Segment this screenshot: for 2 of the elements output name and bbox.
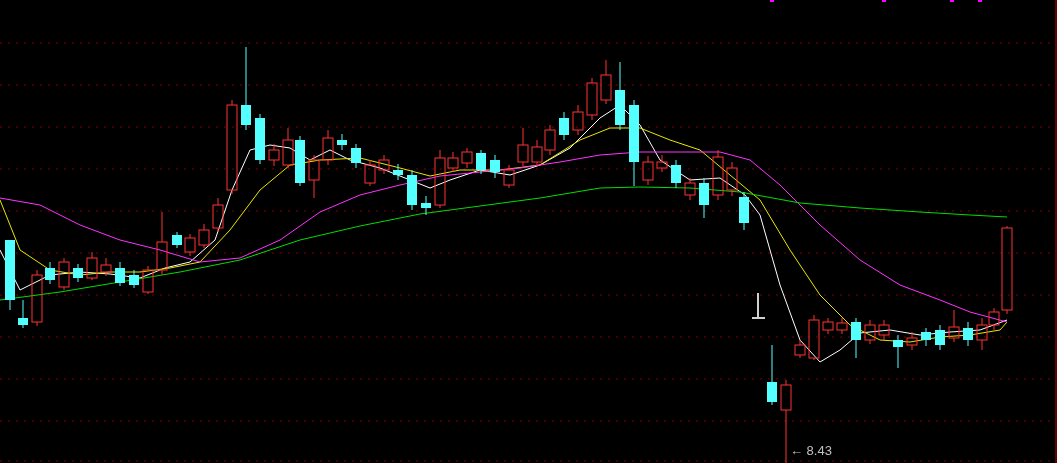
low-price-label: ← 8.43 — [790, 444, 832, 457]
marker-icon — [751, 292, 766, 319]
